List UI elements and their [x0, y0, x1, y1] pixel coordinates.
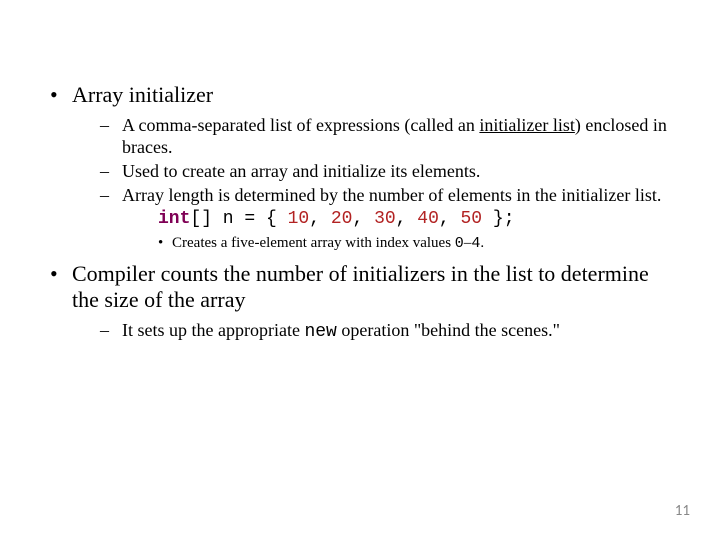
sub-sub-item: • Creates a five-element array with inde…	[158, 234, 680, 253]
t: operation "behind the scenes."	[337, 320, 560, 340]
bullet-dot-icon: •	[50, 261, 58, 287]
sub-item: – Used to create an array and initialize…	[100, 160, 680, 182]
dash-icon: –	[100, 114, 109, 136]
num-literal: 50	[461, 209, 483, 229]
sub-sub-list: • Creates a five-element array with inde…	[122, 234, 680, 253]
sub-text: Array length is determined by the number…	[122, 184, 680, 206]
bullet-text: Compiler counts the number of initialize…	[72, 261, 680, 313]
t: .	[480, 235, 484, 251]
mono: 0	[455, 235, 464, 252]
t: Creates a five-element array with index …	[172, 235, 455, 251]
sub-item: – It sets up the appropriate new operati…	[100, 319, 680, 343]
t: [] n = {	[190, 209, 287, 229]
bullet-dot-icon: •	[158, 234, 163, 253]
code-line: int[] n = { 10, 20, 30, 40, 50 };	[122, 208, 680, 230]
sub-item: – Array length is determined by the numb…	[100, 184, 680, 253]
mono: new	[304, 322, 336, 342]
dash-icon: –	[100, 319, 109, 341]
dash-icon: –	[100, 160, 109, 182]
t: It sets up the appropriate	[122, 320, 304, 340]
bullet-array-initializer: • Array initializer – A comma-separated …	[40, 82, 680, 253]
slide: • Array initializer – A comma-separated …	[0, 0, 720, 540]
sub-list: – A comma-separated list of expressions …	[72, 114, 680, 253]
t: ,	[352, 209, 374, 229]
dash-icon: –	[100, 184, 109, 206]
num-literal: 10	[288, 209, 310, 229]
bullet-text: Array initializer	[72, 82, 680, 108]
t: ,	[309, 209, 331, 229]
t: A comma-separated list of expressions (c…	[122, 115, 479, 135]
t: ,	[396, 209, 418, 229]
t: };	[482, 209, 514, 229]
bullet-dot-icon: •	[50, 82, 58, 108]
t: ,	[439, 209, 461, 229]
sub-list: – It sets up the appropriate new operati…	[72, 319, 680, 343]
num-literal: 30	[374, 209, 396, 229]
sub-text: It sets up the appropriate new operation…	[122, 319, 680, 343]
num-literal: 20	[331, 209, 353, 229]
sub-item: – A comma-separated list of expressions …	[100, 114, 680, 158]
bullet-list: • Array initializer – A comma-separated …	[40, 82, 680, 343]
sub-text: A comma-separated list of expressions (c…	[122, 114, 680, 158]
sub-sub-text: Creates a five-element array with index …	[172, 234, 680, 253]
keyword: int	[158, 209, 190, 229]
mono: 4	[471, 235, 480, 252]
sub-text: Used to create an array and initialize i…	[122, 160, 680, 182]
underlined-term: initializer list	[479, 115, 574, 135]
page-number: 11	[675, 502, 690, 520]
bullet-compiler-counts: • Compiler counts the number of initiali…	[40, 261, 680, 343]
num-literal: 40	[417, 209, 439, 229]
